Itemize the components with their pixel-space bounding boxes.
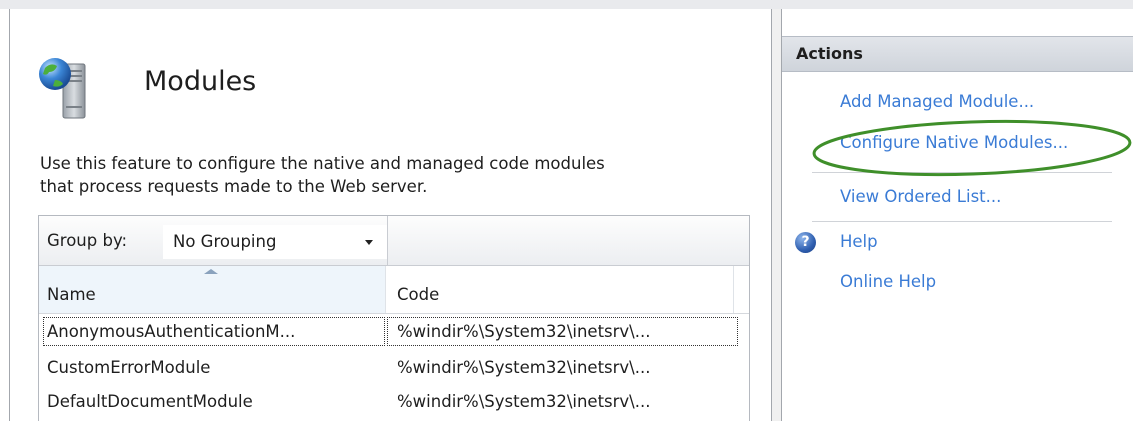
column-header-code-label: Code: [397, 285, 440, 304]
cell-name: DefaultDocumentModule: [47, 392, 253, 411]
cell-name: AnonymousAuthenticationM...: [42, 316, 386, 347]
table-row[interactable]: CustomErrorModule %windir%\System32\inet…: [39, 352, 749, 383]
cell-code: %windir%\System32\inetsrv\...: [386, 316, 739, 347]
group-by-dropdown[interactable]: No Grouping: [163, 225, 387, 259]
actions-pane: Actions Add Managed Module... Configure …: [782, 9, 1133, 421]
help-link[interactable]: Help: [840, 232, 878, 251]
left-frame-border: [0, 9, 10, 421]
table-row[interactable]: AnonymousAuthenticationM... %windir%\Sys…: [39, 316, 749, 347]
help-icon: ?: [795, 232, 816, 253]
pane-splitter[interactable]: [771, 9, 782, 421]
column-header-name[interactable]: Name: [39, 266, 386, 313]
actions-header: Actions: [782, 36, 1133, 72]
actions-divider: [812, 221, 1112, 222]
group-by-toolbar: Group by: No Grouping: [39, 216, 749, 266]
cell-code: %windir%\System32\inetsrv\...: [397, 392, 651, 411]
page-description: Use this feature to configure the native…: [40, 152, 760, 198]
table-row[interactable]: DefaultDocumentModule %windir%\System32\…: [39, 386, 749, 417]
column-header-code[interactable]: Code: [386, 266, 734, 313]
add-managed-module-link[interactable]: Add Managed Module...: [840, 92, 1034, 111]
page-title: Modules: [144, 66, 257, 97]
sort-ascending-icon: [204, 269, 218, 274]
configure-native-modules-link[interactable]: Configure Native Modules...: [840, 133, 1068, 152]
cell-code: %windir%\System32\inetsrv\...: [397, 358, 651, 377]
column-header-name-label: Name: [47, 285, 96, 304]
group-by-label: Group by:: [47, 231, 128, 250]
actions-divider: [812, 172, 1112, 173]
toolbar-divider: [387, 216, 388, 266]
top-strip: [0, 0, 1133, 9]
online-help-link[interactable]: Online Help: [840, 272, 936, 291]
description-line-2: that process requests made to the Web se…: [40, 177, 428, 196]
column-headers: Name Code: [39, 266, 749, 314]
main-content-pane: Modules Use this feature to configure th…: [11, 10, 771, 421]
view-ordered-list-link[interactable]: View Ordered List...: [840, 187, 1001, 206]
group-by-value: No Grouping: [173, 232, 277, 251]
modules-icon: [35, 54, 99, 122]
dropdown-arrow-icon: [365, 240, 373, 245]
cell-name: CustomErrorModule: [47, 358, 211, 377]
description-line-1: Use this feature to configure the native…: [40, 154, 605, 173]
actions-header-label: Actions: [796, 44, 863, 63]
modules-grid: Group by: No Grouping Name Code Anonymou…: [38, 215, 750, 421]
